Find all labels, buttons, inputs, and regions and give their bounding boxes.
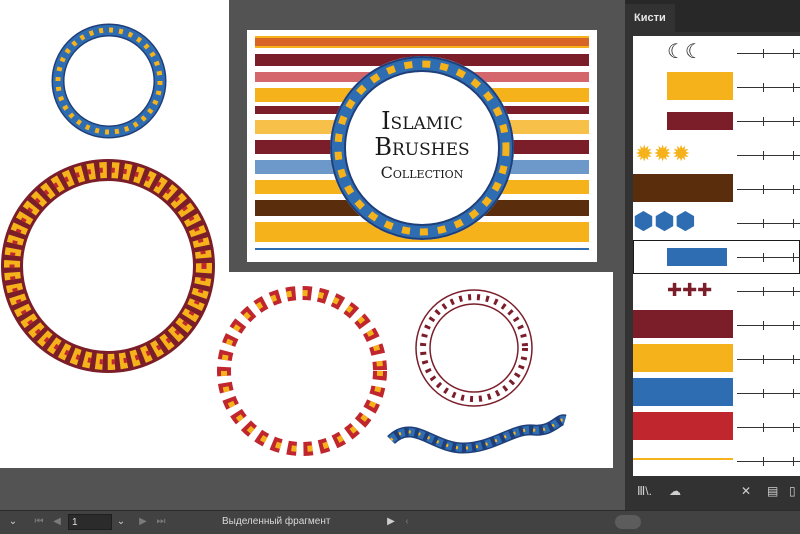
red-yellow-diamond-icon [633, 412, 733, 440]
sun-star-icon: ✹✹✹ [635, 141, 691, 166]
blue-circle-frame[interactable] [49, 21, 169, 141]
maroon-cross-circle-frame[interactable] [412, 286, 536, 410]
lamp-icon [667, 112, 733, 130]
blue-rhombus-icon [667, 248, 727, 266]
tab-brushes[interactable]: Кисти [625, 4, 675, 32]
first-artboard-icon[interactable]: ⏮ [32, 514, 46, 530]
status-text[interactable]: Выделенный фрагмент [222, 514, 330, 530]
panel-footer: Ⅲ\. ☁ ✕ ▤ ▯ [625, 476, 800, 510]
scroll-left-icon[interactable]: ‹ [400, 514, 414, 530]
libraries-cloud-icon[interactable]: ☁ [669, 484, 681, 498]
canvas-area[interactable]: Islamic Brushes Collection [0, 0, 625, 470]
crescent-star-icon [633, 310, 733, 338]
brush-row[interactable] [633, 444, 800, 476]
next-artboard-icon[interactable]: ▶ [136, 514, 150, 530]
camel-brown-icon [633, 174, 733, 202]
moon-star-icon: ☾☾ [667, 41, 703, 63]
camel-icon [667, 72, 733, 100]
remove-stroke-icon[interactable]: ✕ [741, 484, 751, 498]
crescent-line-icon [633, 458, 733, 460]
yellow-petal-icon [633, 344, 733, 372]
brush-row[interactable] [633, 410, 800, 444]
collection-preview-image[interactable]: Islamic Brushes Collection [247, 30, 597, 262]
options-icon[interactable]: ▤ [767, 484, 778, 498]
prev-artboard-icon[interactable]: ◀ [50, 514, 64, 530]
title-line-3: Collection [380, 163, 464, 182]
status-bar: ⌄ ⏮ ◀ 1 ⌄ ▶ ⏭ Выделенный фрагмент ▶ ‹ [0, 510, 800, 534]
artboard-number-field[interactable]: 1 [68, 514, 112, 530]
brush-libraries-icon[interactable]: Ⅲ\. [637, 484, 652, 498]
brush-row[interactable]: ⬢⬢⬢ [633, 206, 800, 240]
preview-title: Islamic Brushes Collection [352, 108, 492, 186]
brush-row[interactable] [633, 308, 800, 342]
horizontal-scrollbar-thumb[interactable] [615, 515, 641, 529]
brush-list[interactable]: ☾☾ ✹✹✹ ⬢⬢⬢ ✚✚✚ [633, 36, 800, 476]
brush-row[interactable]: ☾☾ [633, 36, 800, 70]
cross-star-icon: ✚✚✚ [667, 280, 713, 300]
brush-row[interactable] [633, 342, 800, 376]
delete-brush-icon[interactable]: ▯ [789, 484, 796, 498]
brush-row[interactable] [633, 70, 800, 104]
maroon-flower-circle-frame[interactable] [0, 158, 216, 374]
last-artboard-icon[interactable]: ⏭ [154, 514, 168, 530]
brush-row-selected[interactable] [633, 240, 800, 274]
red-diamond-circle-frame[interactable] [213, 282, 391, 460]
brush-row[interactable]: ✹✹✹ [633, 138, 800, 172]
octagon-sun-icon: ⬢⬢⬢ [633, 208, 696, 235]
brush-row[interactable] [633, 376, 800, 410]
brush-row[interactable]: ✚✚✚ [633, 274, 800, 308]
brush-row[interactable] [633, 104, 800, 138]
panel-tab-bar: Кисти [625, 0, 800, 32]
status-menu-icon[interactable]: ▶ [384, 514, 398, 530]
artboard-dropdown-icon[interactable]: ⌄ [114, 514, 128, 530]
blue-yellow-rhombus-icon [633, 378, 733, 406]
zoom-dropdown-icon[interactable]: ⌄ [6, 514, 20, 530]
title-line-1: Islamic [381, 107, 463, 135]
brush-row[interactable] [633, 172, 800, 206]
title-line-2: Brushes [374, 133, 470, 161]
brushes-panel: Кисти ☾☾ ✹✹✹ ⬢⬢⬢ ✚✚✚ Ⅲ\. ☁ ✕ ▤ ▯ [625, 0, 800, 510]
wavy-brush-stroke[interactable] [383, 408, 573, 468]
